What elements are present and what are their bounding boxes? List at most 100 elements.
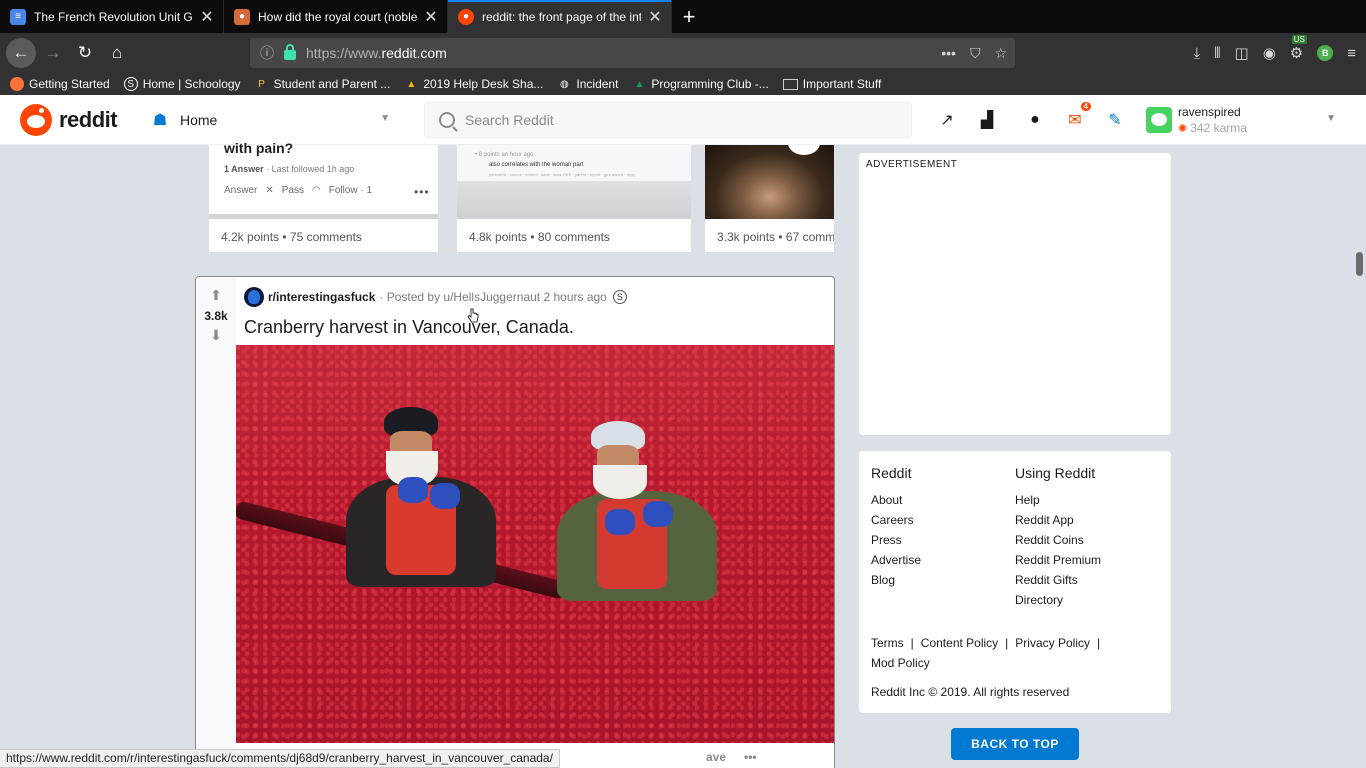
link-advertise[interactable]: Advertise xyxy=(871,550,921,570)
close-tab-icon[interactable]: ✕ xyxy=(423,9,439,26)
footer-links-box: Reddit About Careers Press Advertise Blo… xyxy=(859,451,1171,713)
bookmark-label: Getting Started xyxy=(29,77,110,91)
back-button[interactable]: ← xyxy=(6,38,36,68)
close-tab-icon[interactable]: ✕ xyxy=(199,9,215,26)
chevron-down-icon: ▼ xyxy=(380,113,390,124)
page-actions-icon[interactable]: ••• xyxy=(941,45,956,61)
downvote-icon[interactable]: ⬇ xyxy=(210,328,222,342)
link-blog[interactable]: Blog xyxy=(871,570,921,590)
user-dropdown[interactable]: ravenspired ✺ 342 karma ▼ xyxy=(1146,102,1346,138)
extension-b-icon[interactable]: B xyxy=(1317,45,1334,61)
link-help[interactable]: Help xyxy=(1015,490,1101,510)
sidebar-icon[interactable]: ◫ xyxy=(1235,44,1249,62)
reddit-alien-icon xyxy=(20,104,52,136)
site-info-icon[interactable]: ⓘ xyxy=(260,43,274,63)
trending-card[interactable]: with pain? 1 Answer · Last followed 1h a… xyxy=(209,140,438,252)
url-prefix: https://www. xyxy=(306,45,382,61)
hand-cursor-icon xyxy=(467,308,479,323)
search-placeholder: Search Reddit xyxy=(465,112,554,128)
post-image[interactable] xyxy=(236,345,834,743)
tab-reddit[interactable]: ● reddit: the front page of the int ✕ xyxy=(448,0,672,33)
chat-icon[interactable]: ● xyxy=(1023,108,1047,132)
link-directory[interactable]: Directory xyxy=(1015,590,1101,610)
tab-french-revolution[interactable]: ≡ The French Revolution Unit Gui ✕ xyxy=(0,0,224,33)
bookmark-help-desk[interactable]: ▲ 2019 Help Desk Sha... xyxy=(404,77,543,91)
url-host: reddit.com xyxy=(381,45,447,61)
account-icon[interactable]: ◉ xyxy=(1263,44,1276,62)
link-reddit-app[interactable]: Reddit App xyxy=(1015,510,1101,530)
tab-title: How did the royal court (noble xyxy=(258,9,417,24)
bookmark-label: Incident xyxy=(576,77,619,91)
forward-button[interactable]: → xyxy=(38,38,68,68)
copyright: Reddit Inc © 2019. All rights reserved xyxy=(871,685,1070,699)
reddit-icon: ● xyxy=(458,8,474,25)
subreddit-link[interactable]: r/interestingasfuck xyxy=(268,290,375,304)
pass-button[interactable]: Pass xyxy=(282,185,304,196)
back-to-top-button[interactable]: BACK TO TOP xyxy=(951,728,1079,760)
link-privacy-policy[interactable]: Privacy Policy xyxy=(1015,636,1090,650)
url-bar[interactable]: ⓘ https://www. reddit.com ••• ⛉ ☆ xyxy=(250,38,1015,68)
link-terms[interactable]: Terms xyxy=(871,636,904,650)
subreddit-icon[interactable] xyxy=(244,287,264,307)
browser-nav-bar: ← → ↻ ⌂ ⓘ https://www. reddit.com ••• ⛉ ☆… xyxy=(0,33,1366,73)
link-mod-policy[interactable]: Mod Policy xyxy=(871,656,930,670)
reddit-wordmark: reddit xyxy=(59,107,118,132)
bookmark-getting-started[interactable]: Getting Started xyxy=(10,77,110,91)
link-reddit-gifts[interactable]: Reddit Gifts xyxy=(1015,570,1101,590)
follow-button[interactable]: Follow · 1 xyxy=(329,185,372,196)
upvote-icon[interactable]: ⬆ xyxy=(210,288,222,302)
card-stats: 4.8k points • 80 comments xyxy=(469,230,610,244)
link-reddit-coins[interactable]: Reddit Coins xyxy=(1015,530,1101,550)
more-options-icon[interactable]: ••• xyxy=(744,750,757,764)
extension-vpn-icon[interactable]: ⚙ US xyxy=(1290,35,1307,62)
more-options-icon[interactable]: ••• xyxy=(414,185,430,199)
link-about[interactable]: About xyxy=(871,490,921,510)
follow-icon: ◠ xyxy=(311,185,321,196)
trending-cards-row: with pain? 1 Answer · Last followed 1h a… xyxy=(195,140,835,253)
answer-button[interactable]: Answer xyxy=(224,185,257,196)
save-button[interactable]: ave xyxy=(706,750,726,764)
bookmark-star-icon[interactable]: ☆ xyxy=(994,45,1007,62)
bookmark-incident[interactable]: ◍ Incident xyxy=(557,77,618,91)
tab-royal-court[interactable]: ● How did the royal court (noble ✕ xyxy=(224,0,448,33)
close-tab-icon[interactable]: ✕ xyxy=(647,9,663,26)
downloads-icon[interactable]: ⤓ xyxy=(1194,45,1201,62)
thumbnail-text: • 8 points an hour ago xyxy=(475,152,534,158)
bookmark-programming-club[interactable]: ▲ Programming Club -... xyxy=(632,77,768,91)
search-input[interactable]: Search Reddit xyxy=(424,102,912,138)
trending-icon[interactable]: ↗ xyxy=(935,108,959,132)
pocket-icon[interactable]: ⛉ xyxy=(970,45,981,62)
bookmark-schoology[interactable]: S Home | Schoology xyxy=(123,77,241,91)
lock-icon xyxy=(284,44,296,60)
bookmark-student-parent[interactable]: P Student and Parent ... xyxy=(255,77,390,91)
new-tab-button[interactable]: + xyxy=(672,0,706,33)
card-thumbnail: • 8 points an hour ago also correlates w… xyxy=(457,145,691,219)
post-card[interactable]: ⬆ 3.8k ⬇ r/interestingasfuck · Posted by… xyxy=(195,276,835,768)
leaderboard-icon[interactable]: ▟ xyxy=(975,108,999,132)
bookmark-label: 2019 Help Desk Sha... xyxy=(423,77,544,91)
link-press[interactable]: Press xyxy=(871,530,921,550)
mail-icon[interactable]: ✉ 4 xyxy=(1063,101,1092,132)
menu-icon[interactable]: ≡ xyxy=(1347,45,1356,62)
feed-label: Home xyxy=(180,112,218,128)
harvester-right xyxy=(551,421,721,601)
post-header: r/interestingasfuck · Posted by u/HellsJ… xyxy=(244,287,627,307)
link-content-policy[interactable]: Content Policy xyxy=(921,636,998,650)
bookmark-important-stuff[interactable]: Important Stuff xyxy=(782,77,881,91)
trending-card[interactable]: • 8 points an hour ago also correlates w… xyxy=(457,145,691,252)
home-button[interactable]: ⌂ xyxy=(102,38,132,68)
thumbnail-text: permalink · source · embed · save · save… xyxy=(489,172,636,177)
card-stats: 4.2k points • 75 comments xyxy=(221,230,362,244)
link-reddit-premium[interactable]: Reddit Premium xyxy=(1015,550,1101,570)
browser-tab-bar: ≡ The French Revolution Unit Gui ✕ ● How… xyxy=(0,0,1366,33)
library-icon[interactable]: ⫴ xyxy=(1214,45,1220,62)
feed-dropdown[interactable]: ☗ Home ▼ xyxy=(146,103,398,137)
reload-button[interactable]: ↻ xyxy=(70,38,100,68)
link-careers[interactable]: Careers xyxy=(871,510,921,530)
page-scrollbar[interactable] xyxy=(1356,252,1363,276)
mail-count-badge: 4 xyxy=(1079,101,1092,112)
post-title[interactable]: Cranberry harvest in Vancouver, Canada. xyxy=(244,317,574,338)
trending-card[interactable]: 3.3k points • 67 comments xyxy=(705,145,834,252)
reddit-logo[interactable]: reddit xyxy=(20,104,118,136)
create-post-icon[interactable]: ✎ xyxy=(1103,108,1127,132)
